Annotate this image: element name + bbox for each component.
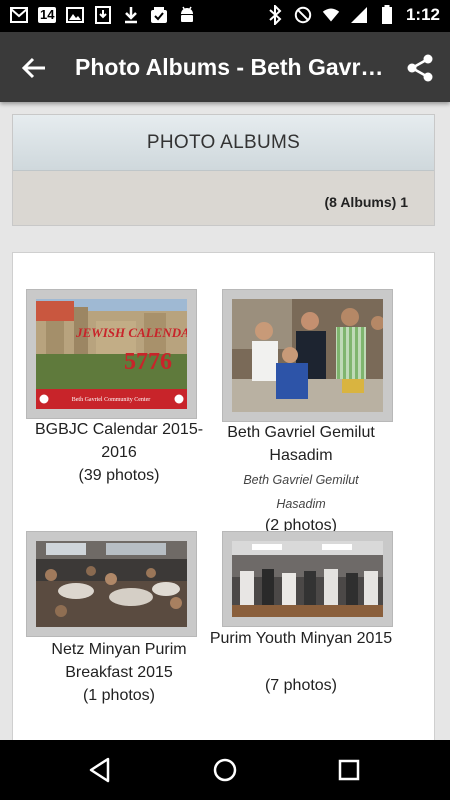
album-card-purim-youth-minyan[interactable]: Purim Youth Minyan 2015 (7 photos) [210, 531, 413, 731]
back-button[interactable] [18, 52, 50, 84]
header-title-band: PHOTO ALBUMS [13, 115, 434, 171]
app-title: Photo Albums - Beth Gavriel Bukharian Je… [75, 54, 385, 80]
album-photo-count: (1 photos) [82, 687, 156, 704]
wifi-icon [322, 6, 340, 24]
album-thumbnail[interactable]: JEWISH CALENDAR 5776 Beth Gavriel Commun… [26, 289, 197, 419]
album-card-bgbjc-calendar[interactable]: JEWISH CALENDAR 5776 Beth Gavriel Commun… [13, 253, 213, 503]
system-nav-bar [0, 740, 450, 800]
arrow-left-icon [21, 57, 45, 79]
page-title: PHOTO ALBUMS [146, 131, 301, 153]
battery-icon [378, 5, 396, 24]
calendar-footer-text: Beth Gavriel Community Center [72, 397, 151, 403]
album-thumbnail[interactable] [222, 289, 393, 422]
android-icon [178, 6, 196, 24]
calendar-photo: JEWISH CALENDAR 5776 Beth Gavriel Commun… [36, 299, 187, 409]
download-box-icon [94, 6, 112, 24]
album-title[interactable]: Netz Minyan Purim Breakfast 2015 [19, 638, 219, 684]
checklist-icon [150, 6, 168, 24]
album-thumbnail[interactable] [222, 531, 393, 627]
download-icon [122, 6, 140, 24]
minyan-photo [232, 541, 383, 617]
nav-home-button[interactable] [209, 754, 241, 786]
gmail-icon [10, 6, 28, 24]
status-system: 1:12 [266, 5, 440, 25]
calendar-heading-text: JEWISH CALENDAR [75, 325, 187, 340]
nav-recents-button[interactable] [333, 754, 365, 786]
recents-square-icon [338, 759, 360, 781]
do-not-disturb-icon [294, 6, 312, 24]
status-time: 1:12 [405, 5, 440, 24]
calendar-year-text: 5776 [124, 349, 172, 375]
album-title[interactable]: BGBJC Calendar 2015-2016 [19, 418, 219, 464]
album-thumbnail[interactable] [26, 531, 197, 637]
album-card-netz-minyan[interactable]: Netz Minyan Purim Breakfast 2015 (1 phot… [13, 531, 213, 731]
share-icon [407, 54, 433, 82]
album-count-label: (8 Albums) 1 [324, 194, 409, 210]
breakfast-photo [36, 541, 187, 627]
status-notifications: 14 [10, 6, 196, 24]
albums-grid: JEWISH CALENDAR 5776 Beth Gavriel Commun… [12, 252, 435, 752]
nav-back-button[interactable] [84, 754, 116, 786]
image-icon [66, 6, 85, 24]
album-photo-count: (7 photos) [264, 677, 338, 694]
app-bar: Photo Albums - Beth Gavriel Bukharian Je… [0, 32, 450, 102]
signal-icon [350, 6, 368, 24]
album-title[interactable]: Beth Gavriel Gemilut Hasadim [201, 421, 401, 467]
album-photo-count: (39 photos) [78, 467, 160, 484]
bluetooth-icon [266, 5, 284, 25]
status-bar: 14 1:12 [0, 0, 450, 32]
albums-header-card: PHOTO ALBUMS (8 Albums) 1 [12, 114, 435, 226]
back-triangle-icon [89, 757, 110, 783]
badge-icon: 14 [38, 7, 57, 23]
group-photo [232, 299, 383, 412]
share-button[interactable] [402, 50, 438, 86]
album-title[interactable]: Purim Youth Minyan 2015 [201, 627, 401, 650]
album-card-gemilut-hasadim[interactable]: Beth Gavriel Gemilut Hasadim Beth Gavrie… [213, 253, 413, 534]
album-description: Beth Gavriel Gemilut Hasadim [243, 473, 359, 511]
home-circle-icon [213, 758, 237, 782]
